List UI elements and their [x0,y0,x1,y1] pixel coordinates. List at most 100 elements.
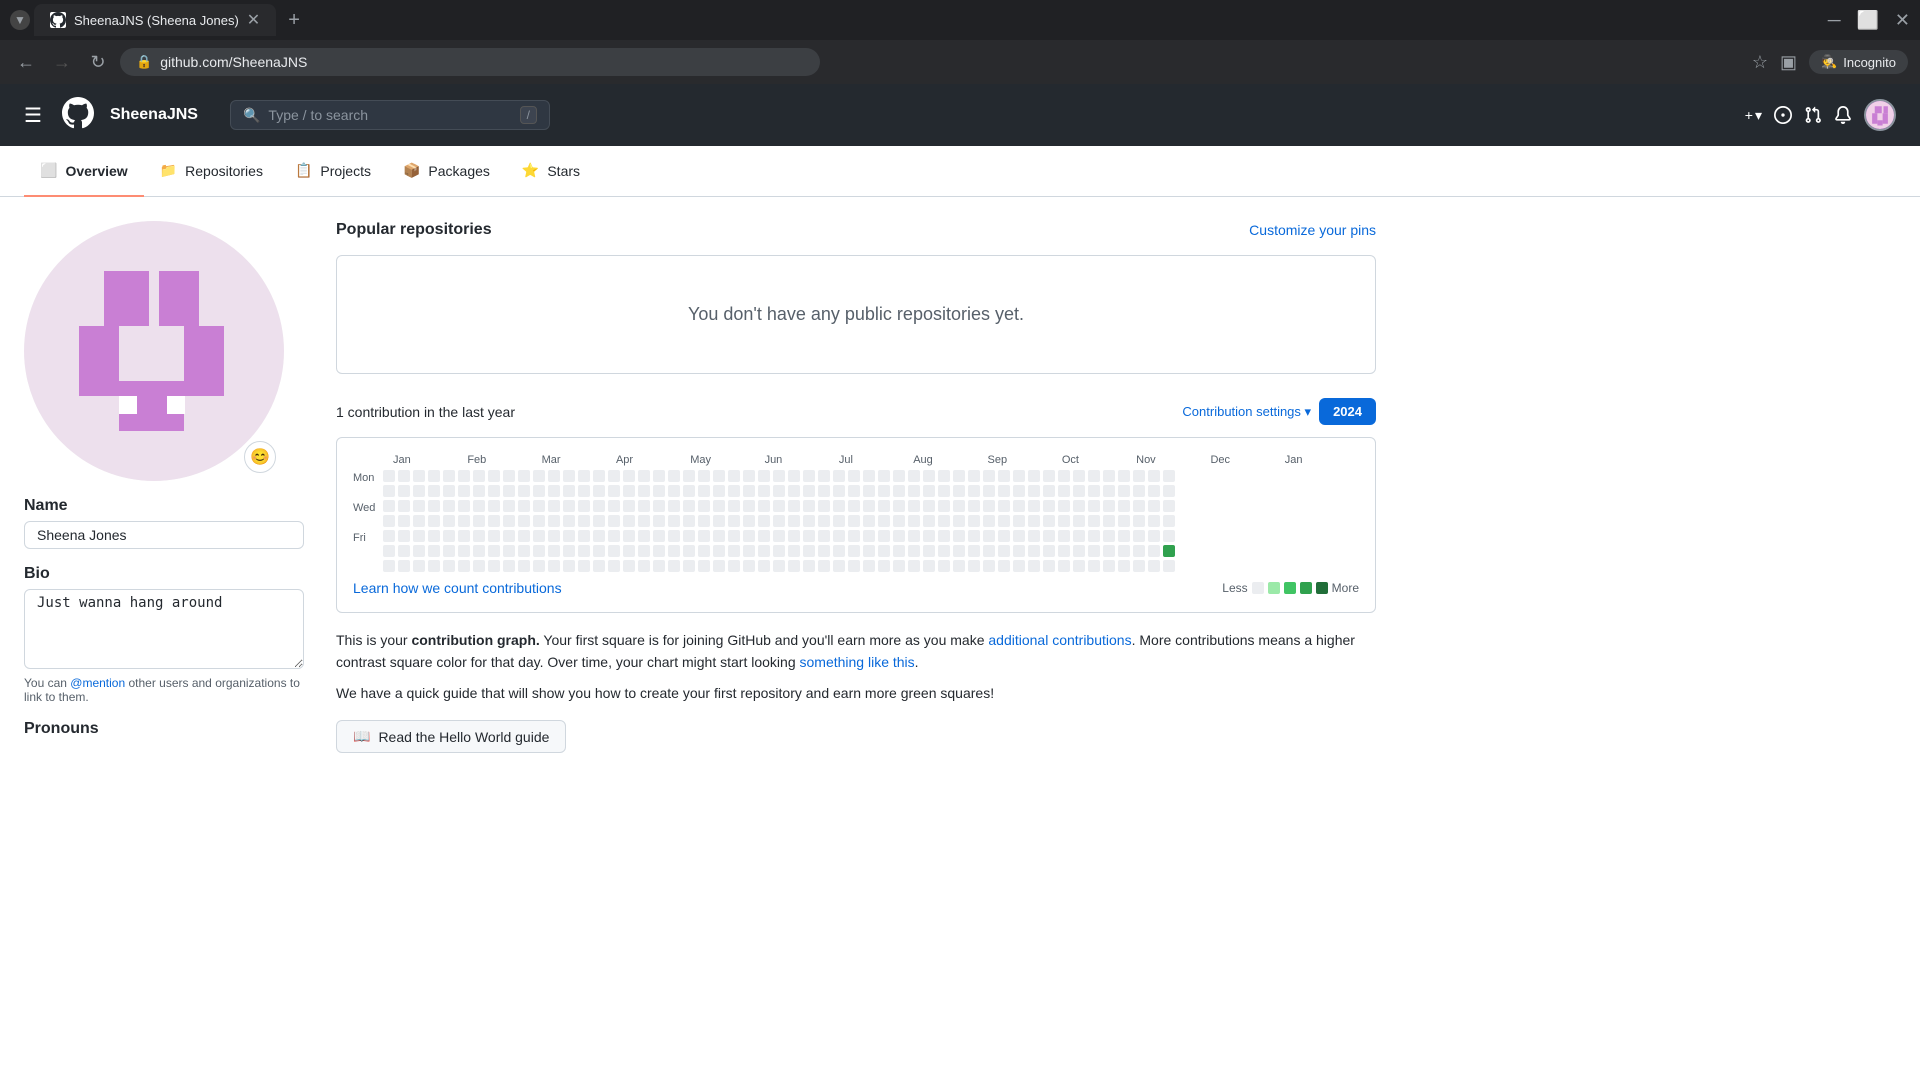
contrib-day [773,485,785,497]
legend-sq-2 [1284,582,1296,594]
contrib-day [383,530,395,542]
contrib-week [473,470,485,572]
hello-world-btn[interactable]: 📖 Read the Hello World guide [336,720,566,753]
lock-icon: 🔒 [136,54,152,70]
contrib-day [1028,560,1040,572]
contrib-day [608,500,620,512]
customize-pins-link[interactable]: Customize your pins [1249,222,1376,238]
contrib-day [983,530,995,542]
issues-icon-btn[interactable] [1774,106,1792,124]
contrib-day [938,515,950,527]
contrib-week [773,470,785,572]
nav-repositories[interactable]: 📁 Repositories [144,146,279,197]
contrib-day [1043,515,1055,527]
contrib-settings-btn[interactable]: Contribution settings ▾ [1182,404,1311,420]
contrib-day [653,560,665,572]
profile-main: 😊 Name Bio Just wanna hang around You ca… [0,197,1400,777]
tab-title: SheenaJNS (Sheena Jones) [74,13,239,28]
nav-projects-label: Projects [320,163,371,179]
contrib-day [1028,515,1040,527]
bio-textarea[interactable]: Just wanna hang around [24,589,304,669]
gh-search-box[interactable]: 🔍 Type / to search / [230,100,550,130]
contrib-day [1043,500,1055,512]
create-new-btn[interactable]: + ▾ [1745,107,1762,124]
contrib-week [1088,470,1100,572]
contrib-day [1073,470,1085,482]
close-btn[interactable]: ✕ [1895,10,1910,31]
user-avatar[interactable] [1864,99,1896,131]
contrib-day [578,515,590,527]
nav-stars[interactable]: ⭐ Stars [506,146,596,197]
bio-field-hint: You can @mention other users and organiz… [24,676,304,704]
contrib-day [1103,545,1115,557]
contrib-day [683,530,695,542]
name-input[interactable] [24,521,304,549]
contrib-day [503,560,515,572]
active-tab[interactable]: SheenaJNS (Sheena Jones) ✕ [34,4,276,36]
notifications-icon-btn[interactable] [1834,106,1852,124]
nav-packages[interactable]: 📦 Packages [387,146,506,197]
forward-btn[interactable]: → [48,48,76,76]
contrib-day [1043,470,1055,482]
mention-link[interactable]: @mention [70,676,125,690]
contrib-week [1163,470,1175,572]
contrib-day [818,500,830,512]
contrib-day [413,530,425,542]
contrib-day [713,500,725,512]
pull-requests-icon-btn[interactable] [1804,106,1822,124]
contrib-day [398,560,410,572]
minimize-btn[interactable]: ─ [1828,10,1841,31]
contrib-week [863,470,875,572]
avatar-edit-btn[interactable]: 😊 [244,441,276,473]
new-tab-btn[interactable]: + [280,9,308,32]
contrib-day [668,500,680,512]
contrib-day [533,470,545,482]
github-logo[interactable] [62,97,94,134]
contrib-day [878,500,890,512]
refresh-btn[interactable]: ↻ [84,48,112,76]
incognito-btn[interactable]: 🕵 Incognito [1809,50,1908,74]
sidebar-btn[interactable]: ▣ [1780,52,1797,73]
contrib-day [1058,515,1070,527]
hamburger-menu-btn[interactable]: ☰ [24,103,42,128]
contrib-day [968,530,980,542]
contrib-day [1148,545,1160,557]
contrib-day [503,545,515,557]
legend-sq-0 [1252,582,1264,594]
additional-contributions-link[interactable]: additional contributions [988,632,1131,648]
contrib-day [713,530,725,542]
tab-close-btn[interactable]: ✕ [247,10,260,30]
bookmark-star-icon[interactable]: ☆ [1752,52,1768,73]
contrib-day [488,530,500,542]
tab-circle-btn[interactable]: ▼ [10,10,30,30]
contrib-day [383,560,395,572]
nav-projects[interactable]: 📋 Projects [279,146,387,197]
contrib-info: This is your contribution graph. Your fi… [336,629,1376,753]
contrib-day [623,500,635,512]
address-bar[interactable]: 🔒 github.com/SheenaJNS [120,48,820,76]
contrib-day [1058,560,1070,572]
nav-overview[interactable]: ⬜ Overview [24,146,144,197]
contrib-day [548,515,560,527]
contrib-day [1088,515,1100,527]
contrib-day [473,545,485,557]
year-filter-btn[interactable]: 2024 [1319,398,1376,425]
back-btn[interactable]: ← [12,48,40,76]
learn-contributions-link[interactable]: Learn how we count contributions [353,580,562,596]
contrib-day [863,470,875,482]
month-jul: Jul [839,454,913,466]
contrib-day [623,470,635,482]
contrib-day [488,500,500,512]
restore-btn[interactable]: ⬜ [1856,10,1878,31]
contrib-info-p1: This is your contribution graph. Your fi… [336,629,1376,674]
something-like-this-link[interactable]: something like this [800,654,915,670]
contrib-day [428,545,440,557]
contrib-day [1148,485,1160,497]
contrib-day [878,485,890,497]
contrib-day [1088,500,1100,512]
contrib-day [443,515,455,527]
contrib-week [1013,470,1025,572]
contrib-day [878,530,890,542]
contrib-day [788,485,800,497]
contrib-day [458,485,470,497]
